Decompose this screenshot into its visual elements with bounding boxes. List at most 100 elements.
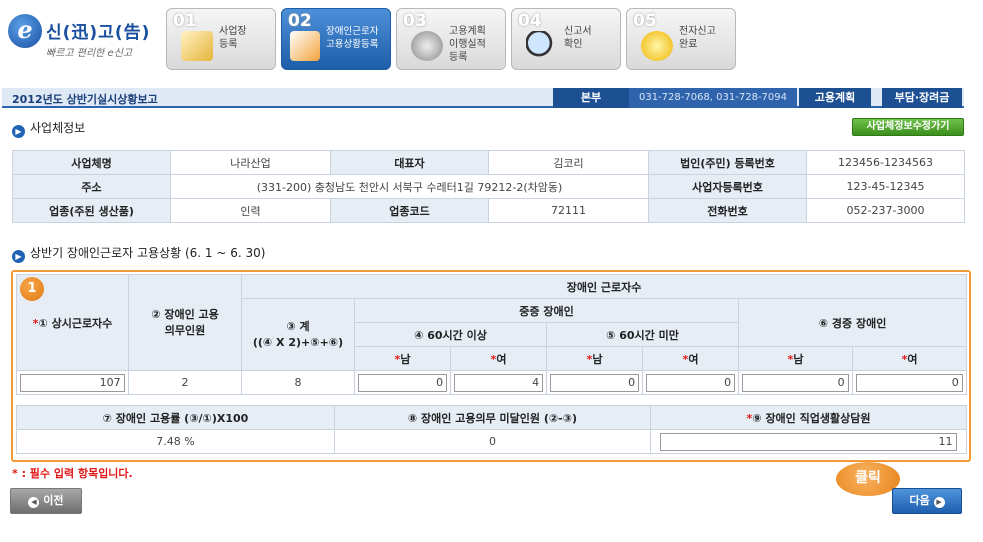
arrow-left-icon: ◀ xyxy=(28,497,40,508)
phone-label: 전화번호 xyxy=(648,198,807,223)
over60-male-header: *남 xyxy=(354,346,451,371)
over60-female-header: *여 xyxy=(450,346,547,371)
quota-header: ② 장애인 고용 의무인원 xyxy=(128,274,242,371)
address-label: 주소 xyxy=(12,174,171,199)
header-text: 남 xyxy=(793,352,804,366)
industry-code-label: 업종코드 xyxy=(330,198,489,223)
mild-female-input[interactable]: 0 xyxy=(856,373,963,392)
shortfall-header: ⑧ 장애인 고용의무 미달인원 (②-③) xyxy=(334,405,651,430)
next-button[interactable]: 다음 ▶ xyxy=(892,488,962,514)
corp-reg-number-label: 법인(주민) 등록번호 xyxy=(648,150,807,175)
regular-workers-input[interactable]: 107 xyxy=(20,373,125,392)
step-label: 사업장 등록 xyxy=(219,26,247,50)
lightbulb-icon xyxy=(641,31,673,61)
business-reg-number-label: 사업자등록번호 xyxy=(648,174,807,199)
tab-employment-plan[interactable]: 고용계획 xyxy=(799,88,871,108)
mild-male-cell: 0 xyxy=(738,370,853,395)
industry-value: 인력 xyxy=(170,198,331,223)
header-text: 여 xyxy=(688,352,699,366)
bullet-arrow-icon: ▶ xyxy=(12,125,25,138)
section-title: 사업체정보 xyxy=(30,121,86,135)
quota-value: 2 xyxy=(128,370,242,395)
tab-levy-subsidy[interactable]: 부담·장려금 xyxy=(882,88,962,108)
e-singo-logo: e 신(迅)고(告) 빠르고 편리한 e신고 xyxy=(8,8,158,63)
business-name-value: 나라산업 xyxy=(170,150,331,175)
step-number: 02 xyxy=(288,11,312,31)
mild-female-cell: 0 xyxy=(851,370,968,395)
edit-business-info-button[interactable]: 사업체정보수정가기 xyxy=(852,118,964,136)
business-reg-number-value: 123-45-12345 xyxy=(806,174,965,199)
step-5[interactable]: 05 전자신고 완료 xyxy=(626,8,736,70)
header-text: 여 xyxy=(496,352,507,366)
under60-male-cell: 0 xyxy=(546,370,643,395)
total-header: ③ 계 ((④ X 2)+⑤+⑥) xyxy=(241,298,355,371)
over60-female-input[interactable]: 4 xyxy=(453,373,544,392)
under60-female-cell: 0 xyxy=(642,370,739,395)
employment-rate-table: ⑦ 장애인 고용률 (③/①)X100 ⑧ 장애인 고용의무 미달인원 (②-③… xyxy=(16,405,967,454)
header: e 신(迅)고(告) 빠르고 편리한 e신고 01 사업장 등록 02 장애인근… xyxy=(0,0,983,80)
employment-rate-header: ⑦ 장애인 고용률 (③/①)X100 xyxy=(16,405,335,430)
step-badge-icon: 1 xyxy=(20,277,44,301)
step-number: 05 xyxy=(633,11,657,31)
bullet-arrow-icon: ▶ xyxy=(12,250,25,263)
under60-male-input[interactable]: 0 xyxy=(549,373,640,392)
report-title-bar: 2012년도 상반기실시상황보고 본부 031-728-7068, 031-72… xyxy=(2,88,964,108)
mild-header: ⑥ 경증 장애인 xyxy=(737,298,968,347)
counselor-input[interactable]: 11 xyxy=(660,432,957,451)
header-text: ① 상시근로자수 xyxy=(38,316,113,330)
severe-header: 중증 장애인 xyxy=(354,298,739,323)
phone-value: 052-237-3000 xyxy=(806,198,965,223)
header-text: ⑨ 장애인 직업생활상담원 xyxy=(752,411,871,425)
business-name-label: 사업체명 xyxy=(12,150,171,175)
arrow-right-icon: ▶ xyxy=(933,497,945,508)
counselor-cell: 11 xyxy=(650,429,967,454)
logo-subtitle: 빠르고 편리한 e신고 xyxy=(46,48,133,59)
header-text: 남 xyxy=(592,352,603,366)
under60-male-header: *남 xyxy=(546,346,643,371)
employment-rate-value: 7.48 % xyxy=(16,429,335,454)
step-number: 01 xyxy=(173,11,197,31)
step-3[interactable]: 03 고용계획 이행실적 등록 xyxy=(396,8,506,70)
step-label: 장애인근로자 고용상황등록 xyxy=(326,26,379,50)
business-info-table: 사업체명 나라산업 대표자 김코리 법인(주민) 등록번호 123456-123… xyxy=(12,150,965,223)
prev-button[interactable]: ◀ 이전 xyxy=(10,488,82,514)
industry-label: 업종(주된 생산품) xyxy=(12,198,171,223)
mild-male-input[interactable]: 0 xyxy=(742,373,849,392)
mild-female-header: *여 xyxy=(851,346,968,371)
step-2[interactable]: 02 장애인근로자 고용상황등록 xyxy=(281,8,391,70)
branch-label: 본부 xyxy=(553,88,629,108)
over60-male-cell: 0 xyxy=(354,370,451,395)
step-number: 03 xyxy=(403,11,427,31)
logo-title: 신(迅)고(告) xyxy=(46,23,151,43)
over60-female-cell: 4 xyxy=(450,370,547,395)
e-logo-icon: e xyxy=(8,14,42,48)
industry-code-value: 72111 xyxy=(488,198,649,223)
click-hint-bubble: 클릭 xyxy=(836,462,900,496)
document-icon xyxy=(181,31,213,61)
step-4[interactable]: 04 신고서 확인 xyxy=(511,8,621,70)
over60-male-input[interactable]: 0 xyxy=(357,373,448,392)
counselor-header: *⑨ 장애인 직업생활상담원 xyxy=(650,405,967,430)
step-number: 04 xyxy=(518,11,542,31)
corp-reg-number-value: 123456-1234563 xyxy=(806,150,965,175)
employment-status-heading: ▶ 상반기 장애인근로자 고용상황 (6. 1 ~ 6. 30) xyxy=(12,244,265,263)
business-info-heading: ▶ 사업체정보 xyxy=(12,119,85,138)
step-label: 전자신고 완료 xyxy=(679,26,716,50)
step-label: 고용계획 이행실적 등록 xyxy=(449,26,486,63)
mild-male-header: *남 xyxy=(738,346,853,371)
button-label: 이전 xyxy=(43,494,64,507)
address-value: (331-200) 충청남도 천안시 서북구 수레터1길 79212-2(차암동… xyxy=(170,174,649,199)
button-label: 다음 xyxy=(909,494,930,507)
step-1[interactable]: 01 사업장 등록 xyxy=(166,8,276,70)
shortfall-value: 0 xyxy=(334,429,651,454)
regular-workers-cell: 107 xyxy=(16,370,129,395)
under60-female-header: *여 xyxy=(642,346,739,371)
disabled-employment-table: *① 상시근로자수 ② 장애인 고용 의무인원 장애인 근로자수 ③ 계 ((④… xyxy=(16,274,968,395)
under60-female-input[interactable]: 0 xyxy=(645,373,736,392)
disabled-workers-header: 장애인 근로자수 xyxy=(240,274,968,299)
representative-value: 김코리 xyxy=(488,150,649,175)
header-text: 여 xyxy=(907,352,918,366)
total-value: 8 xyxy=(241,370,355,395)
representative-label: 대표자 xyxy=(330,150,489,175)
magnifier-icon xyxy=(526,31,558,61)
